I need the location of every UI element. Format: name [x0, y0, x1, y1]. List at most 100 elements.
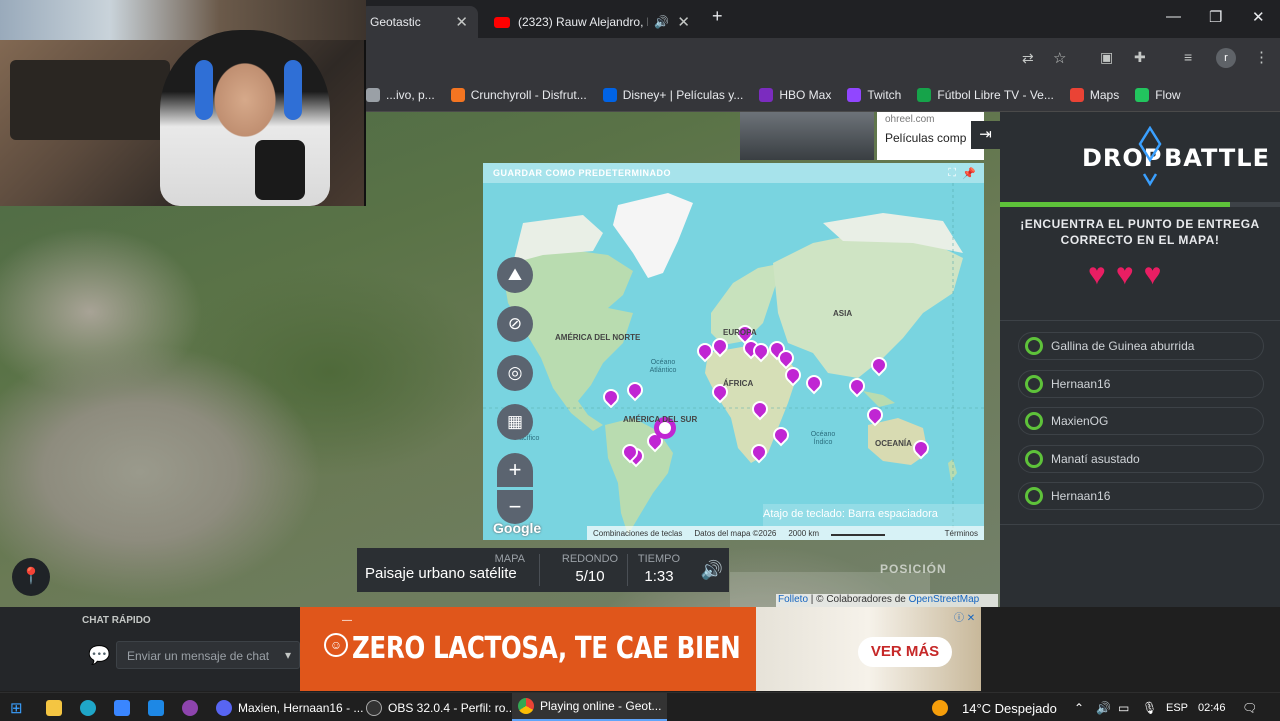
sponsor-domain: ohreel.com — [885, 114, 935, 125]
speaker-icon[interactable]: 🔊 — [654, 15, 669, 29]
leaflet-link[interactable]: Folleto — [778, 594, 808, 605]
chat-placeholder: Enviar un mensaje de chat — [127, 649, 270, 663]
terms-link[interactable]: Términos — [945, 529, 978, 538]
position-button[interactable]: POSICIÓN — [880, 562, 947, 576]
close-tab-icon[interactable]: ✕ — [455, 13, 468, 31]
taskbar-obs[interactable]: OBS 32.0.4 - Perfil: ro... — [366, 697, 515, 719]
scale-label: 2000 km — [788, 528, 820, 538]
location-marker-button[interactable]: 📍 — [12, 558, 50, 596]
keyboard-hint: Atajo de teclado: Barra espaciadora — [763, 504, 984, 526]
network-icon[interactable]: ▭ — [1118, 697, 1129, 719]
round-header: REDONDO — [561, 553, 619, 565]
bookmark-item[interactable]: Flow — [1135, 88, 1181, 102]
pin-icon[interactable]: 📌 — [962, 167, 976, 180]
sponsor-thumbnail[interactable] — [740, 112, 874, 160]
round-value: 5/10 — [575, 568, 605, 585]
player-status-icon — [1025, 337, 1043, 355]
bookmark-item[interactable]: ...ivo, p... — [366, 88, 435, 102]
time-header: TIEMPO — [637, 553, 681, 565]
chevron-up-icon[interactable]: ⌃ — [1074, 697, 1084, 719]
scale-bar — [831, 530, 886, 536]
save-default-button[interactable]: GUARDAR COMO PREDETERMINADO — [483, 163, 984, 183]
ad-close-icon[interactable]: — — [342, 615, 352, 626]
windows-taskbar: ⊞ Maxien, Hernaan16 - ... OBS 32.0.4 - P… — [0, 692, 1280, 721]
player-name: Manatí asustado — [1051, 451, 1140, 466]
start-button[interactable]: ⊞ — [10, 697, 23, 719]
close-window-button[interactable]: ✕ — [1252, 8, 1265, 26]
bookmark-item[interactable]: Twitch — [847, 88, 901, 102]
chat-bubble-icon: 💬 — [88, 645, 111, 665]
taskbar-discord[interactable]: Maxien, Hernaan16 - ... — [216, 697, 363, 719]
bookmark-item[interactable]: Disney+ | Películas y... — [602, 88, 743, 102]
bookmark-item[interactable]: Crunchyroll - Disfrut... — [450, 88, 587, 102]
bookmark-item[interactable]: Fútbol Libre TV - Ve... — [917, 88, 1054, 102]
translate-icon[interactable]: ⇄ — [1022, 50, 1034, 67]
heart-icon: ♥ — [1143, 258, 1162, 291]
fullscreen-icon[interactable]: ⛶ — [948, 167, 956, 180]
time-value: 1:33 — [644, 568, 674, 585]
mail-icon[interactable] — [148, 697, 170, 719]
weather-text[interactable]: 14°C Despejado — [962, 697, 1057, 719]
sponsor-card[interactable]: ohreel.com Películas comp — [877, 112, 984, 160]
sponsor-title: Películas comp — [885, 131, 967, 145]
emoji-icon[interactable]: ☺ — [324, 633, 348, 657]
chat-input[interactable]: Enviar un mensaje de chat ▾ — [116, 641, 300, 669]
hide-labels-button[interactable]: ⊘ — [497, 306, 533, 342]
bookmarks-list: ...ivo, p... Crunchyroll - Disfrut... Disn… — [366, 88, 1197, 102]
weather-icon[interactable] — [932, 697, 954, 719]
instruction-text: ¡ENCUENTRA EL PUNTO DE ENTREGA CORRECTO … — [1020, 217, 1260, 247]
close-tab-icon[interactable]: ✕ — [677, 13, 690, 31]
chevron-down-icon[interactable]: ▾ — [285, 648, 291, 662]
zoom-in-button[interactable]: + — [497, 453, 533, 487]
new-tab-button[interactable]: + — [712, 6, 723, 27]
shortcuts-link[interactable]: Combinaciones de teclas — [593, 529, 682, 538]
ad-headline: ZERO LACTOSA, TE CAE BIEN — [352, 631, 741, 666]
player-name: Hernaan16 — [1051, 489, 1111, 503]
extension-icon[interactable]: ▣ — [1100, 49, 1113, 66]
mic-icon[interactable]: 🎙 — [1142, 697, 1157, 719]
layers-button[interactable]: ▦ — [497, 404, 533, 440]
heart-icon: ♥ — [1115, 258, 1134, 291]
bookmark-item[interactable]: HBO Max — [759, 88, 831, 102]
bookmark-item[interactable]: Maps — [1069, 88, 1119, 102]
player-status-icon — [1025, 412, 1043, 430]
label-asia: ASIA — [833, 309, 853, 318]
collapse-panel-icon[interactable]: ⇥ — [971, 121, 1000, 149]
clock[interactable]: 02:46 — [1198, 697, 1226, 719]
mapdata-label: Datos del mapa ©2026 — [694, 528, 777, 538]
restore-button[interactable]: ❐ — [1209, 8, 1222, 26]
player-name: MaxienOG — [1051, 414, 1109, 428]
player-status-icon — [1025, 487, 1043, 505]
player-row: Manatí asustado — [1018, 444, 1264, 473]
bookmark-favicon-icon — [602, 88, 617, 102]
language-indicator[interactable]: ESP — [1166, 697, 1188, 719]
player-row: MaxienOG — [1018, 407, 1264, 435]
file-explorer-icon[interactable] — [46, 697, 68, 719]
volume-icon[interactable]: 🔊 — [1096, 697, 1111, 719]
edge-icon[interactable] — [80, 697, 102, 719]
locate-button[interactable]: ◎ — [497, 355, 533, 391]
profile-avatar[interactable]: r — [1216, 48, 1236, 68]
ad-info-icon[interactable]: ⓘ ✕ — [954, 609, 975, 624]
tab-geotastic[interactable]: Geotastic ✕ — [360, 6, 478, 38]
heart-icon: ♥ — [1088, 258, 1106, 291]
terrain-button[interactable]: ⛰ — [497, 257, 533, 293]
osm-link[interactable]: OpenStreetMap — [909, 594, 980, 605]
player-name: Hernaan16 — [1051, 376, 1111, 391]
ad-cta-button[interactable]: VER MÁS — [858, 637, 952, 667]
notifications-icon[interactable]: 🗨 — [1242, 697, 1257, 719]
media-icon[interactable]: ≡ — [1184, 49, 1192, 65]
tab-youtube[interactable]: (2323) Rauw Alejandro, Bad 🔊 ✕ — [484, 6, 700, 38]
app-icon[interactable] — [182, 697, 204, 719]
menu-kebab-icon[interactable]: ⋮ — [1254, 48, 1269, 66]
taskbar-chrome[interactable]: Playing online - Geot... — [512, 693, 668, 721]
bookmark-star-icon[interactable]: ☆ — [1053, 49, 1066, 67]
ad-image: VER MÁS ⓘ ✕ — [756, 607, 981, 691]
store-icon[interactable] — [114, 697, 136, 719]
minimize-button[interactable]: — — [1166, 8, 1181, 25]
sound-toggle-icon[interactable]: 🔊 — [697, 552, 727, 588]
puzzle-icon[interactable]: ✚ — [1134, 49, 1146, 66]
map-footer: Combinaciones de teclas Datos del mapa ©… — [587, 526, 984, 540]
guess-map[interactable]: GUARDAR COMO PREDETERMINADO ⛶ 📌 AMÉRICA … — [483, 163, 984, 540]
advertisement[interactable]: ☺ — ZERO LACTOSA, TE CAE BIEN VER MÁS ⓘ … — [300, 607, 981, 691]
